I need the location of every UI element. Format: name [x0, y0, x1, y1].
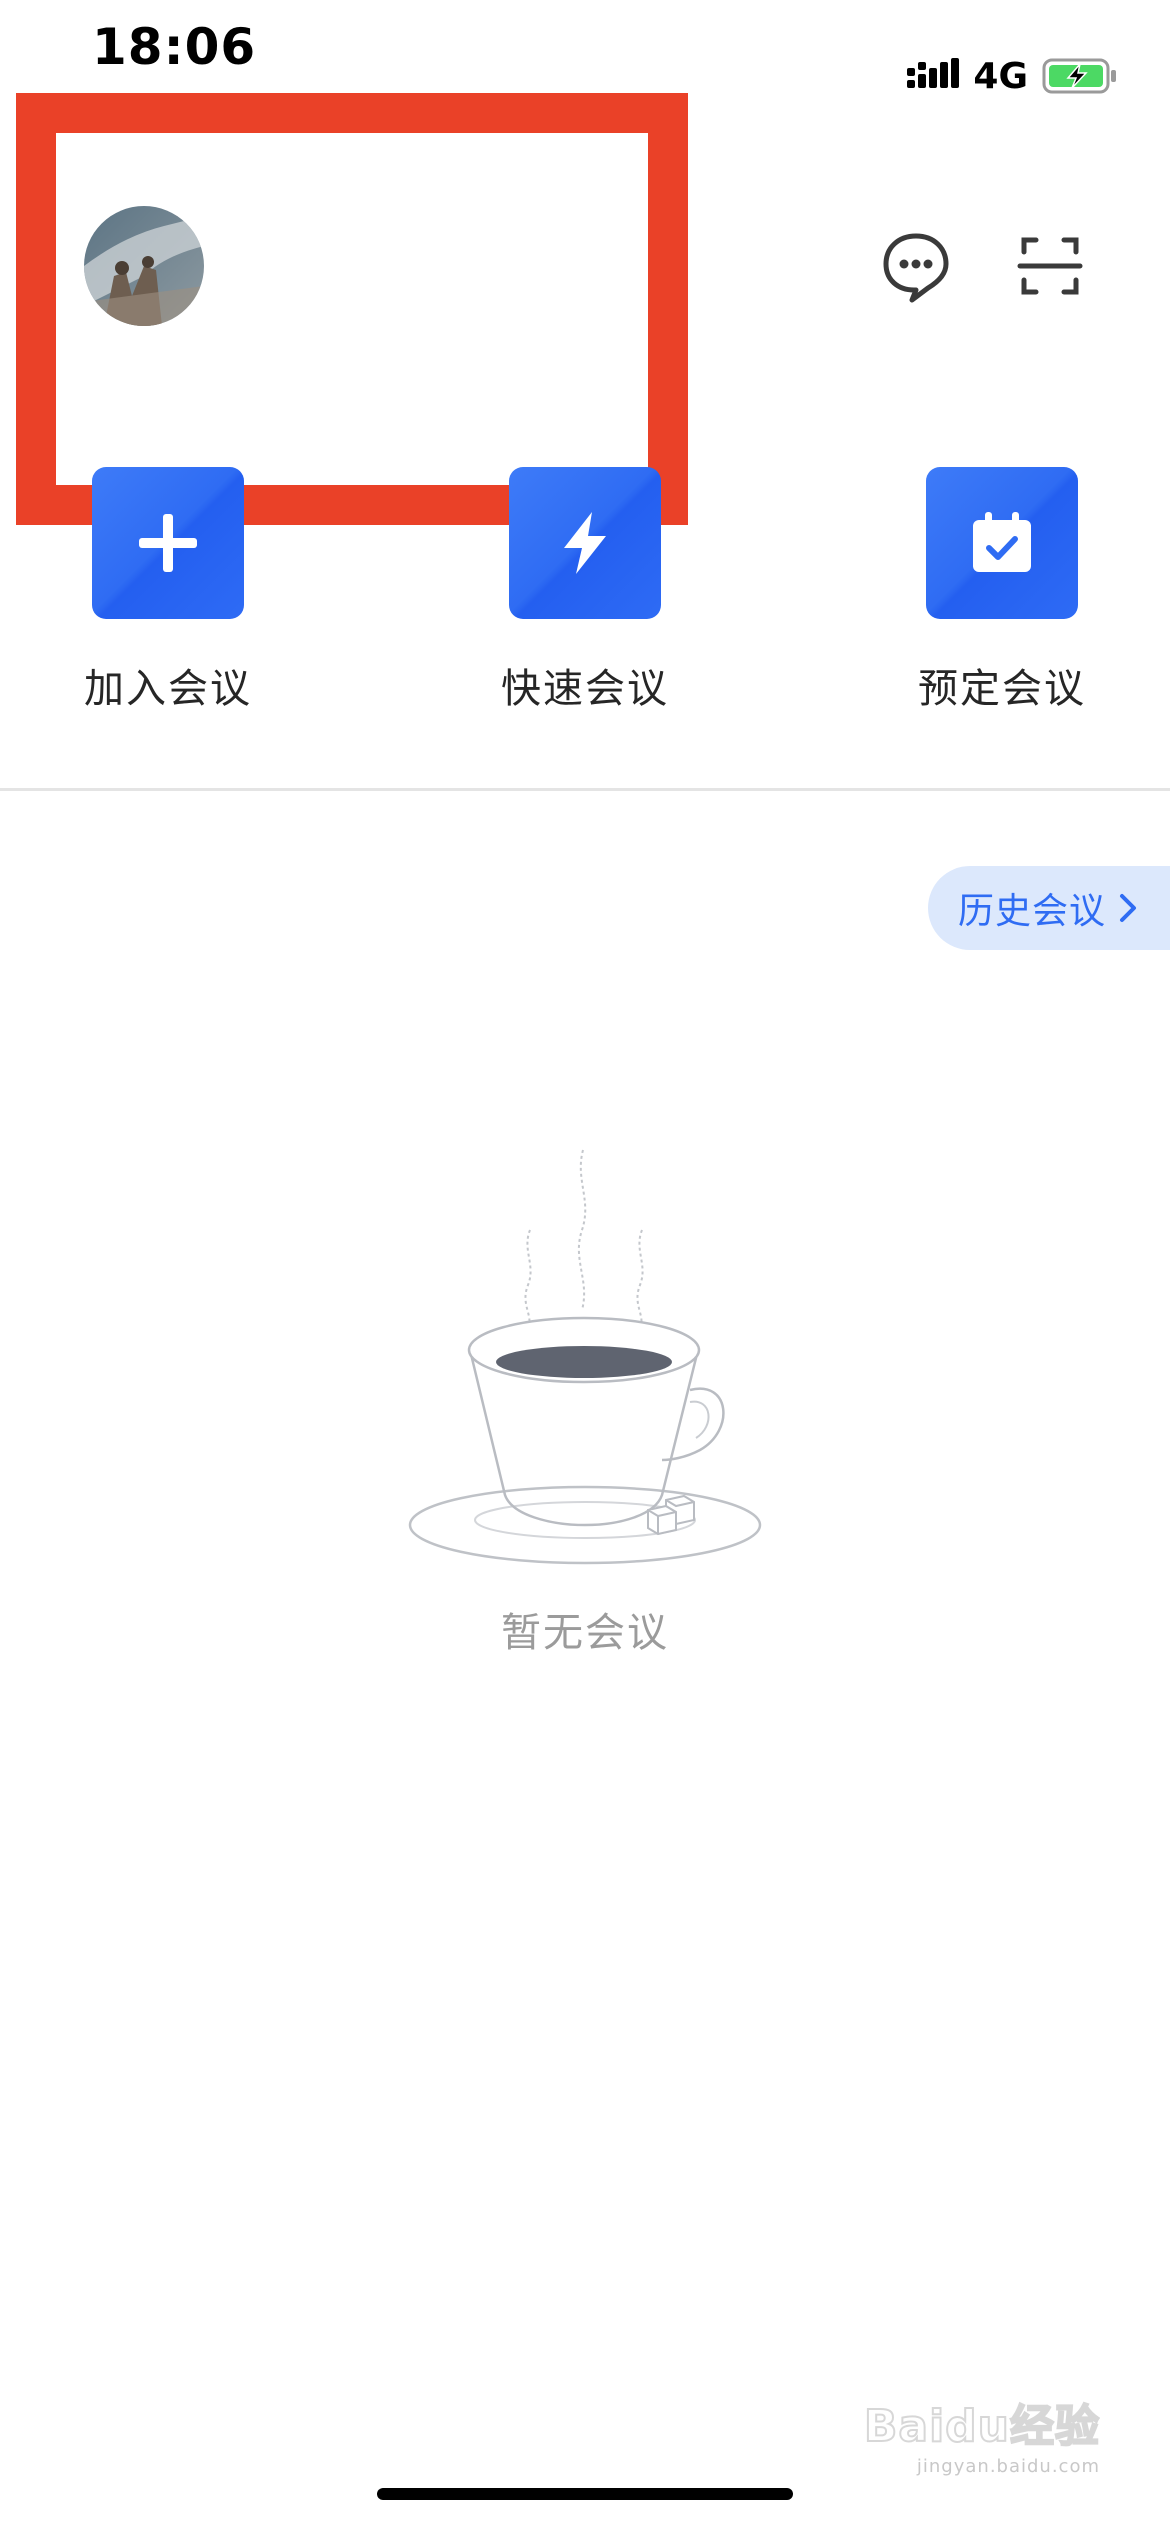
user-avatar[interactable]: [84, 206, 204, 326]
message-button[interactable]: [876, 226, 956, 306]
schedule-meeting-label[interactable]: 预定会议: [872, 656, 1132, 714]
coffee-cup-icon: [408, 1149, 762, 1565]
battery-icon: [1042, 58, 1116, 94]
quick-meeting-label[interactable]: 快速会议: [455, 656, 715, 714]
status-indicators: 4G: [907, 54, 1118, 98]
empty-state-illustration: [400, 1140, 770, 1580]
chevron-right-icon: [1120, 894, 1137, 922]
empty-state-text: 暂无会议: [501, 1610, 669, 1656]
quick-meeting-button[interactable]: [509, 467, 661, 619]
lightning-icon: [564, 512, 606, 574]
history-meetings-label: 历史会议: [958, 891, 1107, 932]
join-meeting-button[interactable]: [92, 467, 244, 619]
join-meeting-label[interactable]: 加入会议: [38, 656, 298, 714]
avatar-photo-icon: [84, 206, 204, 326]
watermark-subtext: jingyan.baidu.com: [916, 2456, 1100, 2477]
watermark-text: Baidu经验: [863, 2400, 1100, 2453]
section-divider: [0, 788, 1170, 791]
network-label: 4G: [973, 55, 1028, 97]
chat-bubble-icon: [883, 233, 949, 303]
scan-icon: [1017, 237, 1083, 295]
baidu-watermark: Baidu经验: [863, 2390, 1100, 2454]
calendar-check-icon: [973, 512, 1031, 572]
status-time: 18:06: [92, 18, 257, 76]
history-meetings-button[interactable]: 历史会议: [928, 866, 1170, 950]
signal-icon: [907, 58, 960, 88]
schedule-meeting-button[interactable]: [926, 467, 1078, 619]
plus-icon: [139, 514, 197, 572]
scan-button[interactable]: [1010, 226, 1090, 306]
home-indicator[interactable]: [377, 2488, 793, 2500]
